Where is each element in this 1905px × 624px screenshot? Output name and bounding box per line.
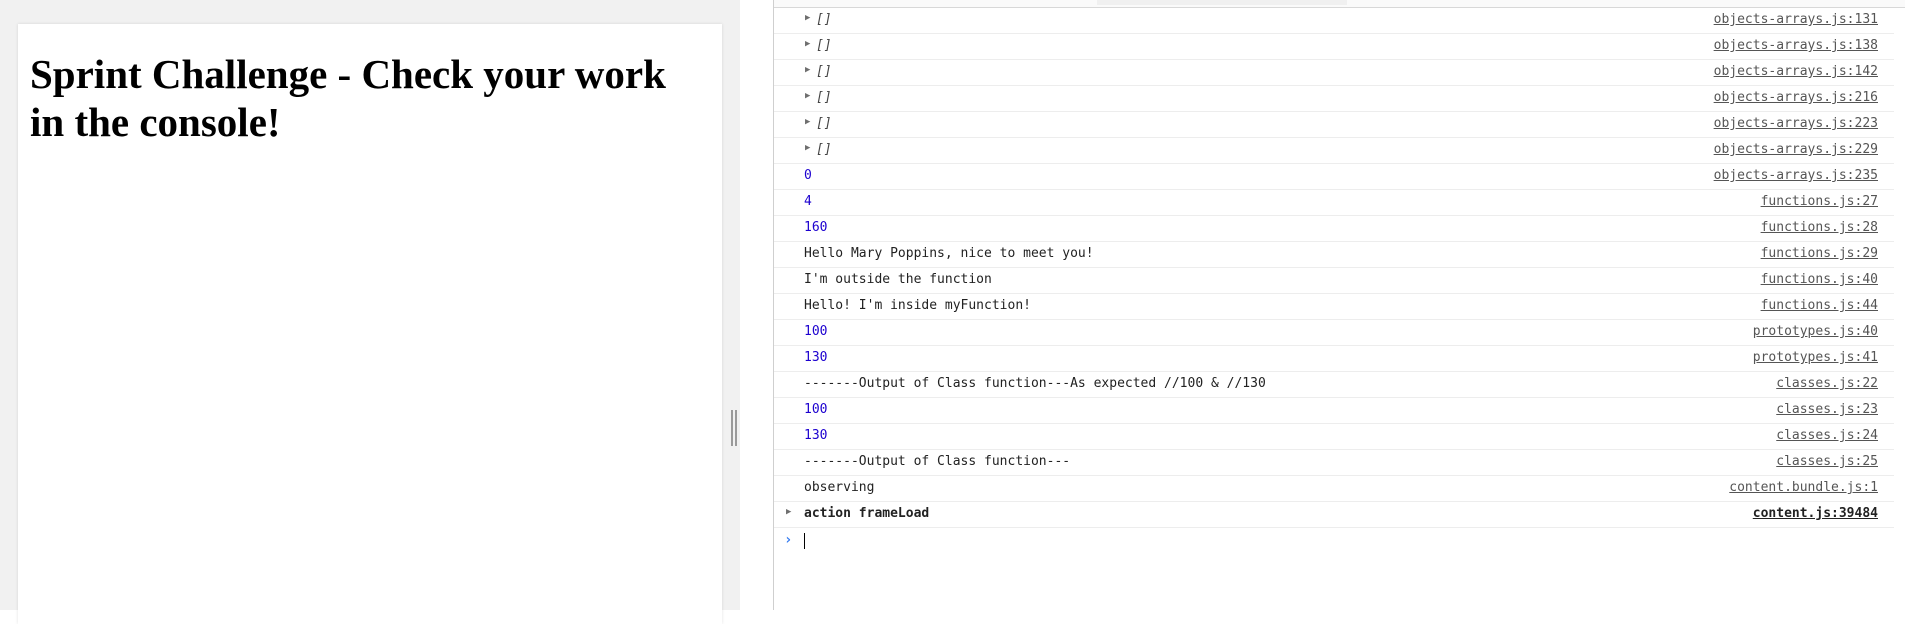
source-link[interactable]: content.bundle.js:1 [1729,480,1878,495]
resize-grip-line [735,410,737,446]
console-message-row: 100 classes.js:23 [774,398,1894,424]
expand-triangle-icon[interactable]: ▶ [786,507,791,517]
console-message-row[interactable]: ▶ [] objects-arrays.js:216 [774,86,1894,112]
console-message-row[interactable]: ▶ action frameLoad content.js:39484 [774,502,1894,528]
console-message-row: 130 classes.js:24 [774,424,1894,450]
console-message-text: [] [816,12,832,27]
console-message-text: 0 [804,168,812,183]
console-message-text: Hello Mary Poppins, nice to meet you! [804,246,1094,261]
toolbar-tab [1097,0,1347,5]
console-message-row: I'm outside the function functions.js:40 [774,268,1894,294]
devtools-console: ▶ [] objects-arrays.js:131 ▶ [] objects-array… [773,0,1905,610]
resize-grip-line [731,410,733,446]
console-message-text: Hello! I'm inside myFunction! [804,298,1031,313]
expand-triangle-icon[interactable]: ▶ [805,143,810,153]
console-message-row[interactable]: ▶ [] objects-arrays.js:229 [774,138,1894,164]
console-message-text: 100 [804,402,828,417]
expand-triangle-icon[interactable]: ▶ [805,65,810,75]
console-toolbar [774,0,1905,8]
expand-triangle-icon[interactable]: ▶ [805,39,810,49]
page-viewport: Sprint Challenge - Check your work in th… [0,0,740,624]
console-input[interactable] [805,530,1889,554]
console-message-text: [] [816,116,832,131]
console-message-text: [] [816,64,832,79]
source-link[interactable]: objects-arrays.js:142 [1714,64,1878,79]
console-message-text: I'm outside the function [804,272,992,287]
source-link[interactable]: objects-arrays.js:229 [1714,142,1878,157]
expand-triangle-icon[interactable]: ▶ [805,91,810,101]
console-message-row[interactable]: ▶ [] objects-arrays.js:138 [774,34,1894,60]
source-link[interactable]: objects-arrays.js:131 [1714,12,1878,27]
panel-resize-handle[interactable] [730,410,738,446]
page-content: Sprint Challenge - Check your work in th… [18,24,722,624]
source-link[interactable]: objects-arrays.js:138 [1714,38,1878,53]
console-message-row[interactable]: ▶ [] objects-arrays.js:223 [774,112,1894,138]
source-link[interactable]: objects-arrays.js:216 [1714,90,1878,105]
source-link[interactable]: classes.js:23 [1776,402,1878,417]
console-message-row: Hello Mary Poppins, nice to meet you! fun… [774,242,1894,268]
console-message-row: 160 functions.js:28 [774,216,1894,242]
console-message-text: -------Output of Class function---As exp… [804,376,1266,391]
source-link[interactable]: prototypes.js:41 [1753,350,1878,365]
console-message-row: 4 functions.js:27 [774,190,1894,216]
console-message-text: 160 [804,220,828,235]
source-link[interactable]: functions.js:40 [1761,272,1878,287]
console-message-text: observing [804,480,875,495]
source-link[interactable]: classes.js:22 [1776,376,1878,391]
console-messages: ▶ [] objects-arrays.js:131 ▶ [] objects-array… [774,8,1894,554]
source-link[interactable]: functions.js:44 [1761,298,1878,313]
source-link[interactable]: prototypes.js:40 [1753,324,1878,339]
console-message-text: [] [816,38,832,53]
console-message-text: 130 [804,428,828,443]
expand-triangle-icon[interactable]: ▶ [805,117,810,127]
console-message-row: Hello! I'm inside myFunction! functions.j… [774,294,1894,320]
source-link[interactable]: functions.js:27 [1761,194,1878,209]
console-prompt[interactable]: › [774,528,1894,554]
source-link[interactable]: objects-arrays.js:235 [1714,168,1878,183]
page-title: Sprint Challenge - Check your work in th… [30,51,666,145]
chevron-right-icon: › [784,532,793,548]
console-message-row[interactable]: ▶ [] objects-arrays.js:131 [774,8,1894,34]
source-link[interactable]: content.js:39484 [1753,506,1878,521]
console-message-text: action frameLoad [804,506,930,521]
console-message-row: -------Output of Class function--- classe… [774,450,1894,476]
source-link[interactable]: objects-arrays.js:223 [1714,116,1878,131]
source-link[interactable]: functions.js:29 [1761,246,1878,261]
expand-triangle-icon[interactable]: ▶ [805,13,810,23]
console-message-text: [] [816,142,832,157]
console-message-text: 4 [804,194,812,209]
console-message-text: [] [816,90,832,105]
console-message-row: 100 prototypes.js:40 [774,320,1894,346]
source-link[interactable]: classes.js:25 [1776,454,1878,469]
console-message-row[interactable]: ▶ [] objects-arrays.js:142 [774,60,1894,86]
console-message-text: -------Output of Class function--- [804,454,1071,469]
console-message-row: 130 prototypes.js:41 [774,346,1894,372]
source-link[interactable]: functions.js:28 [1761,220,1878,235]
console-message-row: observing content.bundle.js:1 [774,476,1894,502]
source-link[interactable]: classes.js:24 [1776,428,1878,443]
console-message-text: 130 [804,350,828,365]
console-message-text: 100 [804,324,828,339]
console-message-row: -------Output of Class function---As exp… [774,372,1894,398]
console-message-row: 0 objects-arrays.js:235 [774,164,1894,190]
